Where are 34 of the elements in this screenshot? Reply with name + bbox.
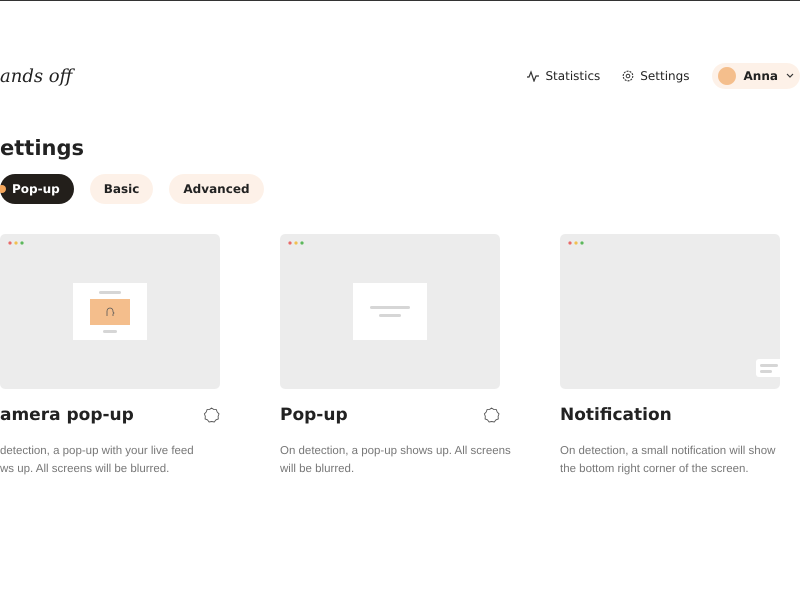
notification-mockup <box>756 359 780 377</box>
page-title: ettings <box>0 136 85 160</box>
user-menu-button[interactable]: Anna <box>712 63 800 89</box>
nav-label: Settings <box>640 69 690 83</box>
logo[interactable]: ands off <box>0 66 72 86</box>
settings-icon <box>622 70 634 82</box>
avatar <box>718 67 736 85</box>
screen-preview[interactable] <box>280 234 500 389</box>
card-title: Notification <box>560 405 672 425</box>
chevron-icon <box>786 73 794 79</box>
tab[interactable]: Pop-up <box>0 174 74 204</box>
card-description: will be blurred. <box>280 462 354 477</box>
activity-icon <box>527 70 540 82</box>
card-description: the bottom right corner of the screen. <box>560 462 749 477</box>
dot-icon <box>0 185 6 193</box>
card-description: ws up. All screens will be blurred. <box>0 462 170 477</box>
nav-link[interactable]: Settings <box>622 69 690 83</box>
card-title: amera pop-up <box>0 405 134 425</box>
nav-label: Statistics <box>545 69 600 83</box>
card-description: On detection, a small notification will show <box>560 444 776 459</box>
nav-link[interactable]: Statistics <box>527 69 600 83</box>
face-doodle-icon <box>104 306 116 318</box>
window-controls-icon <box>568 241 586 245</box>
tab[interactable]: Advanced <box>169 174 264 204</box>
window-controls-icon <box>8 241 26 245</box>
card-title: Pop-up <box>280 405 348 425</box>
screen-preview[interactable] <box>0 234 220 389</box>
card-description: detection, a pop-up with your live feed <box>0 444 194 459</box>
card-description: On detection, a pop-up shows up. All screens <box>280 444 511 459</box>
tab[interactable]: Basic <box>90 174 154 204</box>
radio-icon[interactable] <box>483 406 500 424</box>
window-controls-icon <box>288 241 306 245</box>
radio-icon[interactable] <box>203 406 220 424</box>
screen-preview[interactable] <box>560 234 780 389</box>
